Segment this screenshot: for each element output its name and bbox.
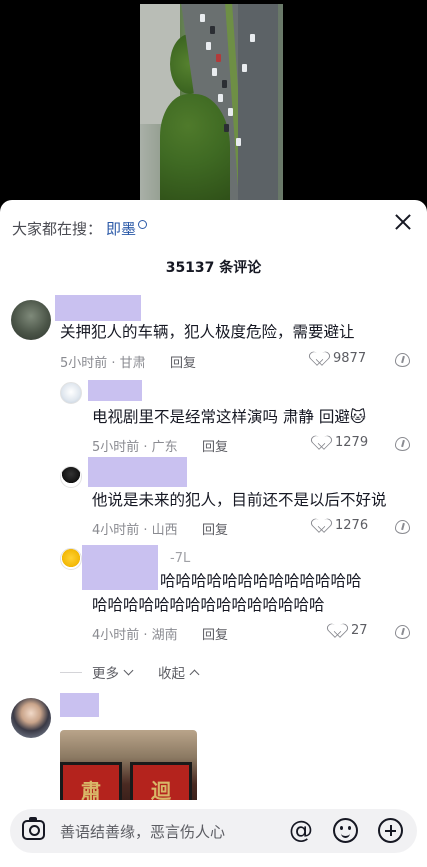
reply-button[interactable]: 回复 (202, 519, 228, 538)
dislike-icon[interactable] (395, 625, 411, 640)
video-frame (140, 4, 283, 200)
comment-text: 哈哈哈哈哈哈哈哈哈哈哈哈哈哈哈 (92, 596, 325, 614)
avatar[interactable] (11, 300, 51, 340)
like-button[interactable]: 27 (331, 623, 368, 638)
heart-icon (315, 519, 330, 532)
divider (60, 671, 82, 673)
dislike-icon[interactable] (395, 437, 411, 452)
mention-icon[interactable]: @ (289, 817, 313, 843)
avatar[interactable] (11, 698, 51, 738)
like-button[interactable]: 9877 (313, 351, 366, 366)
heart-icon (313, 352, 328, 365)
comment-meta: 5小时前 · 广东 (92, 440, 178, 455)
comment-input[interactable]: 善语结善缘，恶言伤人心 @ (10, 809, 417, 853)
dislike-icon[interactable] (395, 520, 411, 535)
reply-button[interactable]: 回复 (170, 352, 196, 371)
close-icon[interactable] (393, 212, 413, 232)
add-icon[interactable] (378, 818, 403, 843)
expand-more-button[interactable]: 更多 (92, 662, 119, 682)
road (238, 4, 278, 200)
reply-button[interactable]: 回复 (202, 436, 228, 455)
like-count: 1276 (335, 518, 369, 533)
username-redacted[interactable] (60, 693, 99, 717)
comment-text: 关押犯人的车辆，犯人极度危险，需要避让 (60, 323, 355, 341)
like-count: 27 (351, 623, 368, 638)
like-count: 9877 (333, 351, 367, 366)
search-icon (138, 219, 148, 229)
heart-icon (315, 436, 330, 449)
dislike-icon[interactable] (395, 353, 411, 368)
comment-text: 哈哈哈哈哈哈哈哈哈哈哈哈哈 (160, 572, 362, 590)
comment-text: 他说是未来的犯人，目前还不是以后不好说 (92, 491, 387, 509)
collapse-button[interactable]: 收起 (158, 662, 185, 682)
username-redacted[interactable] (88, 380, 142, 401)
avatar[interactable] (60, 548, 82, 570)
trending-search[interactable]: 大家都在搜： 即墨 (12, 217, 148, 239)
comment-sheet: 大家都在搜： 即墨 35137 条评论 关押犯人的车辆，犯人极度危险，需要避让 … (0, 200, 427, 867)
comment-placeholder: 善语结善缘，恶言伤人心 (60, 823, 226, 841)
emoji-icon[interactable] (333, 818, 358, 843)
heart-icon (331, 624, 346, 637)
username-redacted[interactable] (88, 457, 187, 487)
tree-cluster (160, 94, 230, 200)
comment-composer: 善语结善缘，恶言伤人心 @ (0, 800, 427, 867)
like-button[interactable]: 1279 (315, 435, 368, 450)
comment-meta: 4小时前 · 山西 (92, 523, 178, 538)
comment-meta: 4小时前 · 湖南 (92, 628, 178, 643)
username-redacted[interactable] (82, 545, 158, 590)
comment-text: 电视剧里不是经常这样演吗 肃静 回避🐱 (92, 408, 367, 426)
camera-icon[interactable] (22, 817, 45, 840)
trending-search-keyword[interactable]: 即墨 (106, 218, 136, 239)
chevron-up-icon (189, 669, 200, 679)
chevron-down-icon (123, 665, 134, 675)
trending-search-label: 大家都在搜： (12, 219, 103, 238)
reply-button[interactable]: 回复 (202, 624, 228, 643)
comment-count: 35137 条评论 (165, 260, 262, 276)
replies-controls: 更多 收起 (60, 662, 200, 682)
cat-emoji: 🐱 (349, 408, 367, 426)
avatar[interactable] (60, 382, 82, 404)
comment-meta: 5小时前 · 甘肃 (60, 356, 146, 371)
avatar[interactable] (60, 466, 82, 488)
comment-tag: -7L (170, 551, 191, 566)
username-redacted[interactable] (55, 295, 141, 321)
like-count: 1279 (335, 435, 369, 450)
video-player[interactable] (0, 0, 427, 200)
like-button[interactable]: 1276 (315, 518, 368, 533)
